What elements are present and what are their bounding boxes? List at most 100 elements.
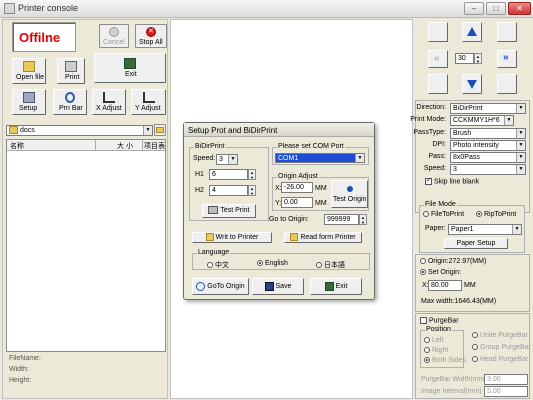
goto-origin-spinner[interactable]: ▲ ▼ — [359, 214, 367, 225]
test-origin-button[interactable]: Test Origin — [331, 180, 368, 208]
purge-bar-checkbox[interactable]: PurgeBar — [420, 317, 459, 324]
pass-type-select[interactable]: Brush ▼ — [450, 128, 526, 139]
dialog-title-bar: Setup Prot and BiDirPrint — [184, 123, 374, 137]
prn-bar-button[interactable]: Prn Bar — [53, 89, 87, 115]
write-to-printer-button[interactable]: Writ to Printer — [192, 232, 272, 243]
file-to-print-radio[interactable]: FileToPrint — [423, 211, 464, 218]
x-adjust-button[interactable]: X Adjust — [92, 89, 126, 115]
save-button[interactable]: Save — [252, 278, 304, 295]
open-file-button[interactable]: Open file — [12, 58, 46, 84]
y-adjust-button[interactable]: Y Adjust — [131, 89, 166, 115]
minimize-button[interactable]: – — [464, 2, 484, 15]
dialog-title: Setup Prot and BiDirPrint — [188, 126, 278, 135]
set-origin-radio[interactable]: Set Origin: — [420, 269, 461, 276]
browse-folder-button[interactable] — [154, 124, 166, 136]
magnifier-icon — [65, 92, 75, 103]
maximize-button[interactable]: □ — [486, 2, 506, 15]
origin-x-input[interactable]: 80.00 — [428, 280, 462, 291]
lang-other-radio[interactable]: 日本語 — [316, 260, 345, 270]
move-left-button[interactable]: « — [428, 50, 448, 68]
dlg-x-input[interactable]: -26.00 — [281, 182, 313, 193]
h2-spinner[interactable]: ▲ ▼ — [248, 185, 256, 196]
stop-all-button[interactable]: ✕ Stop All — [135, 24, 167, 48]
column-name[interactable]: 名称 — [10, 141, 24, 151]
setup-icon — [23, 92, 35, 103]
origin-radio[interactable]: Origin:272.97(MM) — [420, 258, 486, 265]
column-type[interactable]: 项目表 — [144, 141, 165, 151]
read-icon — [290, 233, 299, 242]
status-text: Offilne — [19, 30, 61, 45]
lang-cn-radio[interactable]: 中文 — [207, 260, 229, 270]
read-from-printer-button[interactable]: Read form Printer — [284, 232, 362, 243]
rip-to-print-radio[interactable]: RipToPrint — [476, 211, 516, 218]
close-button[interactable]: ✕ — [508, 2, 531, 15]
direction-label: Direction: — [416, 104, 446, 111]
image-interval-label: Image Interval(mm) — [421, 388, 482, 395]
file-list[interactable]: 名称 大 小 项目表 — [6, 139, 166, 352]
setup-button[interactable]: Setup — [12, 89, 46, 115]
origin-adjust-group: Origin Adjust X: -26.00 MM Y: 0.00 MM Te… — [272, 173, 369, 211]
head-purgebar-radio[interactable]: Head PurgeBar — [472, 356, 528, 363]
dialog-exit-button[interactable]: Exit — [310, 278, 362, 295]
file-list-header: 名称 大 小 项目表 — [7, 140, 165, 151]
nav-bottomleft-button[interactable] — [428, 74, 448, 94]
both-sides-radio[interactable]: Both Sides — [424, 357, 466, 364]
exit-button[interactable]: Exit — [94, 53, 166, 83]
print-mode-select[interactable]: CCKMMY1H*6 ▼ — [450, 115, 514, 126]
paper-label: Paper: — [425, 225, 446, 232]
column-size[interactable]: 大 小 — [117, 141, 133, 151]
com-port-select[interactable]: COM1 ▼ — [275, 153, 365, 163]
purge-width-input[interactable]: 3.00 — [484, 374, 528, 385]
position-group: Position Left Right Both Sides — [420, 326, 466, 368]
origin-icon — [196, 281, 206, 291]
h1-spinner[interactable]: ▲ ▼ — [248, 169, 256, 180]
double-left-icon: « — [434, 53, 440, 64]
image-interval-input[interactable]: 5.00 — [484, 386, 528, 397]
goto-origin-button[interactable]: GoTo Origin — [192, 278, 249, 295]
h1-input[interactable]: 6 — [209, 169, 248, 180]
h2-input[interactable]: 4 — [209, 185, 248, 196]
move-down-button[interactable] — [462, 74, 482, 94]
chevron-down-icon: ▼ — [516, 129, 525, 138]
right-radio[interactable]: Right — [424, 347, 448, 354]
test-print-button[interactable]: Test Print — [202, 204, 256, 218]
nav-topleft-button[interactable] — [428, 22, 448, 42]
step-spinner[interactable]: ▲ ▼ — [474, 53, 482, 64]
nav-topright-button[interactable] — [497, 22, 517, 42]
skip-line-blank-checkbox[interactable]: ✓ Skip line blank — [425, 178, 479, 185]
paper-select[interactable]: Paper1 ▼ — [448, 224, 522, 235]
write-icon — [205, 233, 214, 242]
print-button[interactable]: Print — [57, 58, 85, 84]
step-input[interactable]: 30 — [455, 53, 474, 64]
folder-up-icon — [156, 127, 164, 133]
dpi-select[interactable]: Photo intensity ▼ — [450, 140, 526, 151]
exit-door-icon — [124, 58, 136, 69]
origin-unit: MM — [464, 282, 476, 289]
nav-bottomright-button[interactable] — [497, 74, 517, 94]
move-right-button[interactable]: » — [497, 50, 517, 68]
pass-select[interactable]: 8x0Pass ▼ — [450, 152, 526, 163]
setup-dialog: Setup Prot and BiDirPrint BiDirPrint Spe… — [183, 122, 375, 300]
dlg-speed-select[interactable]: 3 ▼ — [216, 154, 238, 165]
language-group: Language 中文 English 日本語 — [192, 249, 370, 270]
chevron-down-icon[interactable]: ▼ — [143, 126, 152, 135]
move-up-button[interactable] — [462, 22, 482, 42]
paper-setup-button[interactable]: Paper Setup — [444, 238, 508, 249]
folder-select[interactable]: docs ▼ — [6, 125, 153, 136]
left-radio[interactable]: Left — [424, 337, 444, 344]
lang-en-radio[interactable]: English — [257, 260, 288, 267]
dlg-y-input[interactable]: 0.00 — [281, 197, 313, 208]
group-purgebar-radio[interactable]: Group PurgeBar — [472, 344, 531, 351]
h1-label: H1 — [195, 171, 204, 178]
direction-select[interactable]: BiDirPrint ▼ — [450, 103, 526, 114]
chevron-down-icon: ▼ — [516, 153, 525, 162]
dlg-speed-label: Speed: — [193, 155, 216, 162]
speed-select[interactable]: 3 ▼ — [450, 164, 526, 175]
unite-purgebar-radio[interactable]: Unite PurgeBar — [472, 332, 528, 339]
cancel-button[interactable]: Cancel — [99, 24, 129, 48]
width-label: Width: — [9, 366, 29, 373]
bidir-group: BiDirPrint Speed: 3 ▼ H1 6 ▲ ▼ H2 4 ▲ ▼ Tes… — [189, 143, 269, 221]
y-adjust-icon — [142, 92, 155, 103]
check-icon: ✓ — [425, 178, 432, 185]
goto-origin-input[interactable]: 999999 — [324, 214, 359, 225]
